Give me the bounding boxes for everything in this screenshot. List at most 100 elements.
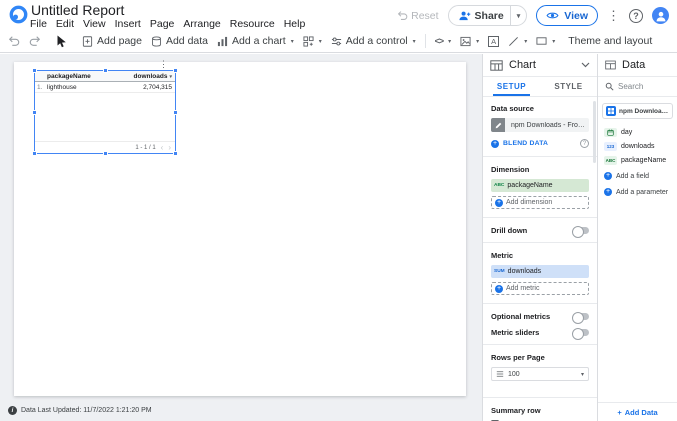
metric-chip[interactable]: SUM downloads — [491, 265, 589, 278]
theme-layout-button[interactable]: Theme and layout — [568, 35, 652, 47]
chevron-down-icon: ▾ — [552, 38, 555, 45]
metric-sliders-toggle[interactable] — [573, 329, 589, 336]
metric-field-name: downloads — [508, 268, 541, 275]
chevron-down-icon: ▾ — [291, 38, 294, 45]
optional-metrics-label: Optional metrics — [491, 312, 550, 321]
help-icon[interactable]: ? — [580, 139, 589, 148]
chart-options-icon[interactable]: ⋮ — [159, 59, 168, 70]
insert-shape-button[interactable]: ▾ — [536, 36, 555, 46]
line-icon — [508, 36, 519, 47]
tab-style[interactable]: STYLE — [540, 77, 597, 96]
data-panel-header: Data — [598, 54, 677, 77]
add-data-button[interactable]: + Add Data — [598, 402, 677, 421]
looker-studio-logo-icon[interactable] — [8, 4, 29, 25]
embed-button[interactable]: <> ▾ — [435, 36, 452, 46]
blend-data-button[interactable]: BLEND DATA — [503, 140, 548, 147]
add-page-icon — [82, 36, 93, 47]
add-dimension-button[interactable]: + Add dimension — [491, 196, 589, 209]
selection-handle[interactable] — [32, 110, 37, 115]
add-metric-button[interactable]: + Add metric — [491, 282, 589, 295]
blend-data-row: + BLEND DATA ? — [491, 139, 589, 148]
menubar: File Edit View Insert Page Arrange Resou… — [30, 18, 305, 30]
drill-down-toggle[interactable] — [573, 227, 589, 234]
connector-icon — [606, 106, 616, 116]
field-label: packageName — [621, 157, 666, 164]
image-icon — [460, 36, 471, 47]
field-type-text-badge: ABC — [494, 183, 504, 188]
selection-handle[interactable] — [173, 68, 178, 73]
data-source-item[interactable]: npm Downloads - F... — [602, 103, 673, 119]
reset-button[interactable]: Reset — [397, 10, 438, 22]
text-field-icon: ABC — [604, 156, 617, 165]
page-title[interactable]: Untitled Report — [31, 2, 124, 18]
grid-icon — [303, 36, 314, 47]
add-field-button[interactable]: + Add a field — [598, 169, 677, 183]
menu-help[interactable]: Help — [284, 18, 306, 30]
dimension-label: Dimension — [491, 165, 589, 174]
plus-icon: + — [491, 140, 499, 148]
chart-panel-title: Chart — [509, 59, 536, 71]
share-main[interactable]: Share — [449, 6, 510, 25]
column-header-downloads[interactable]: downloads▾ — [123, 73, 175, 80]
report-canvas[interactable]: ⋮ packageName downloads▾ 1. lighthouse 2 — [0, 54, 482, 421]
field-item-day[interactable]: day — [598, 125, 677, 139]
scrollbar-thumb[interactable] — [593, 101, 596, 163]
view-button[interactable]: View — [536, 5, 598, 26]
undo-button[interactable] — [8, 35, 20, 47]
optional-metrics-toggle[interactable] — [573, 313, 589, 320]
text-box-button[interactable]: A — [488, 36, 499, 47]
section-divider — [483, 156, 597, 157]
next-page-icon[interactable]: › — [168, 144, 171, 152]
redo-button[interactable] — [29, 35, 41, 47]
dimension-chip[interactable]: ABC packageName — [491, 179, 589, 192]
selection-handle[interactable] — [173, 110, 178, 115]
chart-panel-tabs: SETUP STYLE — [483, 77, 597, 97]
add-parameter-button[interactable]: + Add a parameter — [598, 185, 677, 199]
chevron-down-icon: ▾ — [448, 38, 451, 45]
insert-line-button[interactable]: ▾ — [508, 36, 527, 47]
share-dropdown-button[interactable]: ▾ — [510, 6, 527, 25]
info-icon: i — [8, 406, 17, 415]
avatar[interactable] — [652, 7, 669, 24]
share-button[interactable]: Share ▾ — [448, 5, 528, 26]
data-source-title: npm Downloads - F... — [619, 108, 669, 115]
add-chart-button[interactable]: Add a chart ▾ — [217, 35, 294, 47]
metric-sliders-label: Metric sliders — [491, 328, 539, 337]
report-page[interactable]: ⋮ packageName downloads▾ 1. lighthouse 2 — [14, 62, 466, 396]
optional-metrics-row: Optional metrics — [491, 312, 589, 321]
insert-image-button[interactable]: ▾ — [460, 36, 479, 47]
metric-sliders-row: Metric sliders — [491, 328, 589, 337]
add-data-button[interactable]: Add data — [151, 35, 208, 47]
selection-handle[interactable] — [32, 68, 37, 73]
field-aggregation-badge: SUM — [494, 269, 505, 274]
community-visualizations-button[interactable]: ▾ — [303, 36, 322, 47]
add-page-button[interactable]: Add page — [82, 35, 142, 47]
select-tool-button[interactable] — [56, 35, 67, 48]
collapse-panel-icon[interactable] — [581, 62, 590, 68]
search-bar — [598, 77, 677, 97]
table-chart[interactable]: ⋮ packageName downloads▾ 1. lighthouse 2 — [34, 70, 176, 154]
menu-view[interactable]: View — [83, 18, 106, 30]
pencil-icon[interactable] — [491, 118, 505, 132]
data-source-chip[interactable]: npm Downloads - From Co... — [491, 118, 589, 132]
table-chart-icon — [490, 60, 503, 71]
menu-page[interactable]: Page — [150, 18, 175, 30]
menu-arrange[interactable]: Arrange — [183, 18, 220, 30]
add-control-button[interactable]: Add a control ▾ — [331, 35, 416, 47]
menu-file[interactable]: File — [30, 18, 47, 30]
prev-page-icon[interactable]: ‹ — [161, 144, 164, 152]
rows-per-page-select[interactable]: 100 ▾ — [491, 367, 589, 381]
field-item-packagename[interactable]: ABC packageName — [598, 153, 677, 167]
menu-resource[interactable]: Resource — [230, 18, 275, 30]
tab-setup[interactable]: SETUP — [483, 77, 540, 96]
help-button[interactable]: ? — [629, 9, 643, 23]
field-list: day 123 downloads ABC packageName — [598, 125, 677, 167]
selection-handle[interactable] — [103, 68, 108, 73]
search-input[interactable] — [618, 82, 662, 91]
chart-panel-header: Chart — [483, 54, 597, 77]
field-item-downloads[interactable]: 123 downloads — [598, 139, 677, 153]
menu-insert[interactable]: Insert — [115, 18, 141, 30]
more-options-icon[interactable]: ⋮ — [607, 9, 620, 22]
menu-edit[interactable]: Edit — [56, 18, 74, 30]
column-header-packagename[interactable]: packageName — [47, 73, 123, 80]
